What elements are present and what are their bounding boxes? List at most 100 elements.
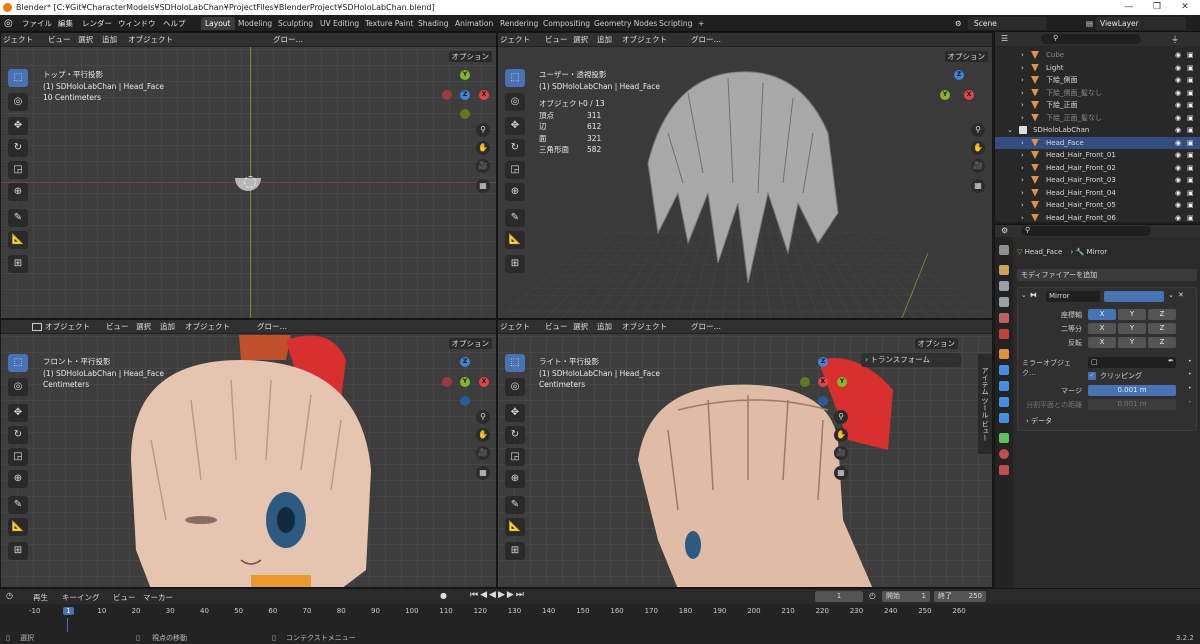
output-tab-icon[interactable]: [999, 281, 1009, 291]
render-camera-icon[interactable]: ▣: [1187, 49, 1194, 62]
measure-tool-icon[interactable]: 📐: [8, 518, 28, 536]
menu-help[interactable]: ヘルプ: [163, 17, 186, 30]
axis-x-toggle[interactable]: X: [1088, 309, 1116, 320]
gizmo-z[interactable]: Z: [818, 357, 828, 367]
transform-tool-icon[interactable]: ⊕: [505, 183, 525, 201]
modifier-tab-icon[interactable]: [999, 365, 1009, 375]
object-mode-icon[interactable]: [32, 323, 42, 331]
outliner-row[interactable]: › Head_Hair_Front_02 ◉ ▣: [995, 162, 1200, 175]
rotate-tool-icon[interactable]: ↻: [8, 426, 28, 444]
tool-tab-icon[interactable]: [999, 245, 1009, 255]
visibility-eye-icon[interactable]: ◉: [1175, 174, 1181, 187]
gizmo-neg-y[interactable]: [460, 109, 470, 119]
visibility-eye-icon[interactable]: ◉: [1175, 112, 1181, 125]
expand-arrow-icon[interactable]: ›: [1021, 149, 1024, 162]
expand-arrow-icon[interactable]: ›: [1021, 112, 1024, 125]
scene-tab-icon[interactable]: [999, 313, 1009, 323]
camera-view-icon[interactable]: 🎥: [476, 446, 490, 460]
scale-tool-icon[interactable]: ◲: [505, 448, 525, 466]
mirror-object-field[interactable]: ▢: [1088, 357, 1176, 368]
transform-panel-header[interactable]: › トランスフォーム: [861, 353, 961, 367]
render-tab-icon[interactable]: [999, 265, 1009, 275]
tab-animation[interactable]: Animation: [451, 17, 497, 30]
tab-uv-editing[interactable]: UV Editing: [316, 17, 363, 30]
annotate-tool-icon[interactable]: ✎: [505, 496, 525, 514]
annotate-tool-icon[interactable]: ✎: [8, 496, 28, 514]
modifier-visibility-toggles[interactable]: [1104, 291, 1164, 302]
pan-hand-icon[interactable]: ✋: [476, 141, 490, 155]
gizmo-neg-z[interactable]: [460, 396, 470, 406]
data-subpanel-header[interactable]: › データ: [1026, 416, 1052, 426]
outliner-row[interactable]: › Head_Face ◉ ▣: [995, 136, 1200, 150]
menu-view[interactable]: ビュー: [113, 592, 136, 603]
expand-arrow-icon[interactable]: ⌄: [1007, 124, 1013, 137]
n-tab-tool[interactable]: ツール: [981, 397, 989, 418]
tab-geometry-nodes[interactable]: Geometry Nodes: [590, 17, 661, 30]
timeline-editor-icon[interactable]: ◷: [6, 591, 13, 600]
gizmo-x[interactable]: X: [479, 90, 489, 100]
menu-add[interactable]: 追加: [160, 320, 175, 334]
clock-icon[interactable]: ◴: [869, 591, 876, 600]
bisect-x-toggle[interactable]: X: [1088, 323, 1116, 334]
expand-arrow-icon[interactable]: ›: [1021, 187, 1024, 200]
zoom-icon[interactable]: ⚲: [476, 123, 490, 137]
add-cube-tool-icon[interactable]: ⊞: [8, 255, 28, 273]
filter-icon[interactable]: ⏚: [1171, 34, 1179, 45]
gizmo-z[interactable]: Z: [460, 357, 470, 367]
add-cube-tool-icon[interactable]: ⊞: [8, 542, 28, 560]
move-tool-icon[interactable]: ✥: [8, 404, 28, 422]
world-tab-icon[interactable]: [999, 329, 1009, 339]
viewport-top[interactable]: ジェクト ビュー 選択 追加 オブジェクト グロー… オプション トップ・平行投…: [0, 32, 497, 319]
menu-select[interactable]: 選択: [573, 33, 588, 47]
playhead[interactable]: [66, 618, 68, 633]
tab-shading[interactable]: Shading: [414, 17, 452, 30]
cursor-tool-icon[interactable]: ◎: [8, 93, 28, 111]
add-cube-tool-icon[interactable]: ⊞: [505, 255, 525, 273]
ortho-grid-icon[interactable]: ▦: [971, 179, 985, 193]
expand-arrow-icon[interactable]: ›: [1021, 49, 1024, 62]
camera-view-icon[interactable]: 🎥: [834, 446, 848, 460]
tab-modeling[interactable]: Modeling: [234, 17, 276, 30]
measure-tool-icon[interactable]: 📐: [505, 231, 525, 249]
tab-compositing[interactable]: Compositing: [539, 17, 594, 30]
clipping-checkbox[interactable]: ✓: [1088, 372, 1096, 380]
menu-object[interactable]: オブジェクト: [128, 33, 173, 47]
select-tool-icon[interactable]: ⬚: [8, 354, 28, 372]
menu-add[interactable]: 追加: [102, 33, 117, 47]
menu-file[interactable]: ファイル: [22, 17, 52, 30]
particles-tab-icon[interactable]: [999, 381, 1009, 391]
menu-marker[interactable]: マーカー: [143, 592, 173, 603]
menu-add[interactable]: 追加: [597, 320, 612, 334]
ortho-grid-icon[interactable]: ▦: [476, 466, 490, 480]
scene-selector[interactable]: Scene: [968, 17, 1046, 30]
annotate-tool-icon[interactable]: ✎: [505, 209, 525, 227]
outliner-row[interactable]: › 下絵_側面_髪なし ◉ ▣: [995, 87, 1200, 100]
data-tab-icon[interactable]: [999, 433, 1009, 443]
scale-tool-icon[interactable]: ◲: [8, 161, 28, 179]
expand-arrow-icon[interactable]: ›: [1021, 62, 1024, 75]
rotate-tool-icon[interactable]: ↻: [8, 139, 28, 157]
bisect-z-toggle[interactable]: Z: [1148, 323, 1176, 334]
keyframe-dot-icon[interactable]: •: [1188, 385, 1192, 392]
add-cube-tool-icon[interactable]: ⊞: [505, 542, 525, 560]
visibility-eye-icon[interactable]: ◉: [1175, 124, 1181, 137]
keyframe-dot-icon[interactable]: •: [1188, 358, 1192, 365]
cursor-tool-icon[interactable]: ◎: [505, 378, 525, 396]
record-icon[interactable]: ●: [440, 591, 447, 600]
physics-tab-icon[interactable]: [999, 397, 1009, 407]
menu-select[interactable]: 選択: [136, 320, 151, 334]
visibility-eye-icon[interactable]: ◉: [1175, 62, 1181, 75]
gizmo-neg-y[interactable]: [800, 377, 810, 387]
blender-menu-icon[interactable]: ◎: [4, 17, 13, 30]
ortho-grid-icon[interactable]: ▦: [476, 179, 490, 193]
gizmo-x[interactable]: X: [479, 377, 489, 387]
menu-view[interactable]: ビュー: [545, 320, 568, 334]
n-tab-item[interactable]: アイテム: [981, 367, 989, 395]
properties-editor-icon[interactable]: ⚙: [1001, 226, 1008, 235]
pan-hand-icon[interactable]: ✋: [834, 428, 848, 442]
render-camera-icon[interactable]: ▣: [1187, 62, 1194, 75]
expand-arrow-icon[interactable]: ›: [1021, 87, 1024, 100]
expand-arrow-icon[interactable]: ›: [1021, 137, 1024, 150]
mode-menu[interactable]: オブジェクト: [45, 320, 90, 334]
visibility-eye-icon[interactable]: ◉: [1175, 187, 1181, 200]
